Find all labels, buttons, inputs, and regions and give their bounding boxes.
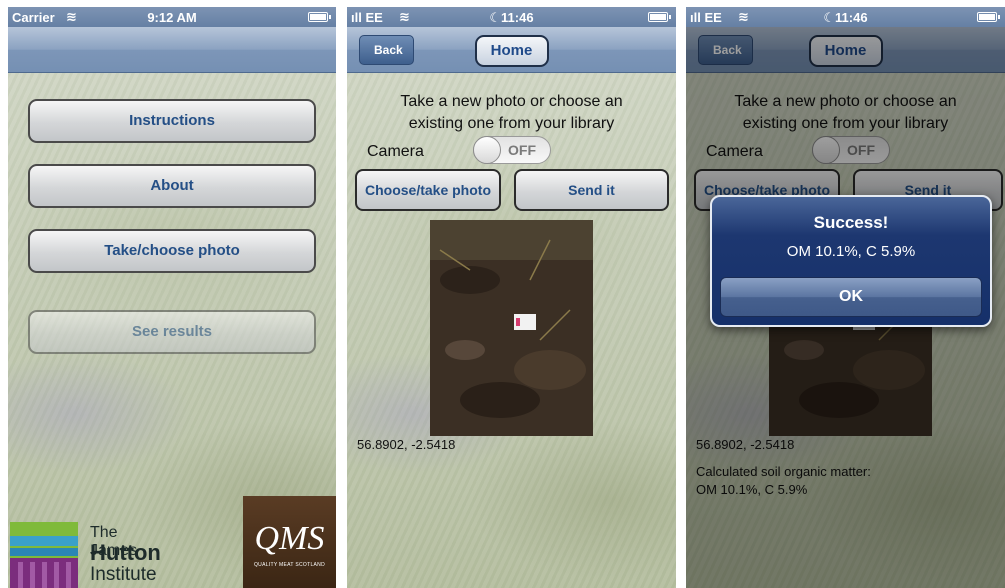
screen-main-menu: Carrier ≋ 9:12 AM Instructions About Tak… [8,7,336,588]
home-button[interactable]: Home [474,35,549,67]
hutton-logo-line3: Institute [90,564,157,585]
status-bar: ıll EE ≋ ☾11:46 [686,7,1005,27]
camera-label: Camera [367,143,424,160]
status-time: ☾11:46 [823,10,868,25]
instructions-button[interactable]: Instructions [28,99,316,143]
status-time: ☾11:46 [489,10,534,25]
alert-ok-button[interactable]: OK [720,277,982,317]
battery-icon [977,12,1000,22]
success-alert: Success! OM 10.1%, C 5.9% OK [710,195,992,327]
hutton-logo-mark-icon [10,522,78,588]
see-results-button[interactable]: See results [28,310,316,354]
gps-coordinates: 56.8902, -2.5418 [357,437,456,452]
status-bar: ıll EE ≋ ☾11:46 [347,7,676,27]
take-choose-photo-button[interactable]: Take/choose photo [28,229,316,273]
hutton-logo-line2: Hutton [90,540,161,565]
alert-title: Success! [813,213,889,232]
status-bar: Carrier ≋ 9:12 AM [8,7,336,27]
choose-take-photo-button[interactable]: Choose/take photo [355,169,501,211]
toggle-state: OFF [508,142,536,158]
battery-icon [648,12,671,22]
moon-icon: ☾ [823,10,836,25]
qms-logo-subtext: QUALITY MEAT SCOTLAND [253,562,326,568]
navigation-bar [8,27,336,73]
about-button[interactable]: About [28,164,316,208]
battery-icon [308,12,331,22]
status-time: 9:12 AM [147,10,197,25]
camera-toggle[interactable]: OFF [473,136,551,164]
screen-photo: ıll EE ≋ ☾11:46 Back Home Take a new pho… [347,7,676,588]
moon-icon: ☾ [489,10,502,25]
qms-logo-text: QMS [254,520,325,557]
send-it-button[interactable]: Send it [514,169,669,211]
alert-message: OM 10.1%, C 5.9% [786,243,916,260]
soil-photo [430,220,593,436]
back-button[interactable]: Back [359,35,414,65]
instructions-text: Take a new photo or choose an existing o… [400,93,623,132]
screen-result: ıll EE ≋ ☾11:46 Back Home Take a new pho… [686,7,1005,588]
james-hutton-institute-logo: The James Hutton Institute [8,520,168,588]
qms-logo: QMS QUALITY MEAT SCOTLAND [243,496,336,588]
toggle-knob [473,136,501,164]
navigation-bar: Back Home [347,27,676,73]
